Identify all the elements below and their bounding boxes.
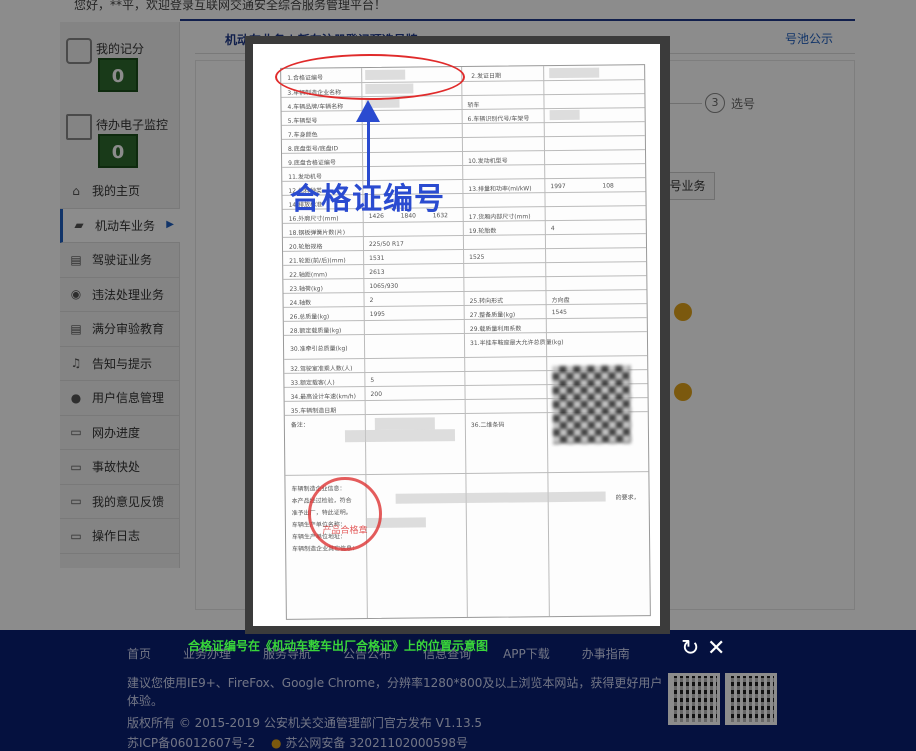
rotate-icon[interactable]: ↻ — [681, 637, 699, 661]
close-icon[interactable]: ✕ — [707, 637, 725, 661]
modal-caption: 合格证编号在《机动车整车出厂合格证》上的位置示意图 — [188, 639, 489, 653]
redacted-field — [374, 417, 435, 430]
seal-text: 产品合格章 — [322, 526, 368, 536]
highlight-ellipse — [275, 54, 465, 100]
product-seal: 产品合格章 — [308, 477, 382, 551]
redacted-field — [344, 429, 456, 443]
redacted-field — [549, 109, 580, 121]
certificate-modal: 1.合格证编号 2.发证日期 3.车辆制造企业名称 4.车辆品牌/车辆名称 轿车… — [245, 36, 670, 634]
redacted-qr-code — [552, 365, 632, 445]
redacted-field — [549, 67, 600, 79]
callout-cert-number: 合格证编号 — [290, 182, 445, 217]
modal-image-frame: 1.合格证编号 2.发证日期 3.车辆制造企业名称 4.车辆品牌/车辆名称 轿车… — [253, 44, 660, 626]
